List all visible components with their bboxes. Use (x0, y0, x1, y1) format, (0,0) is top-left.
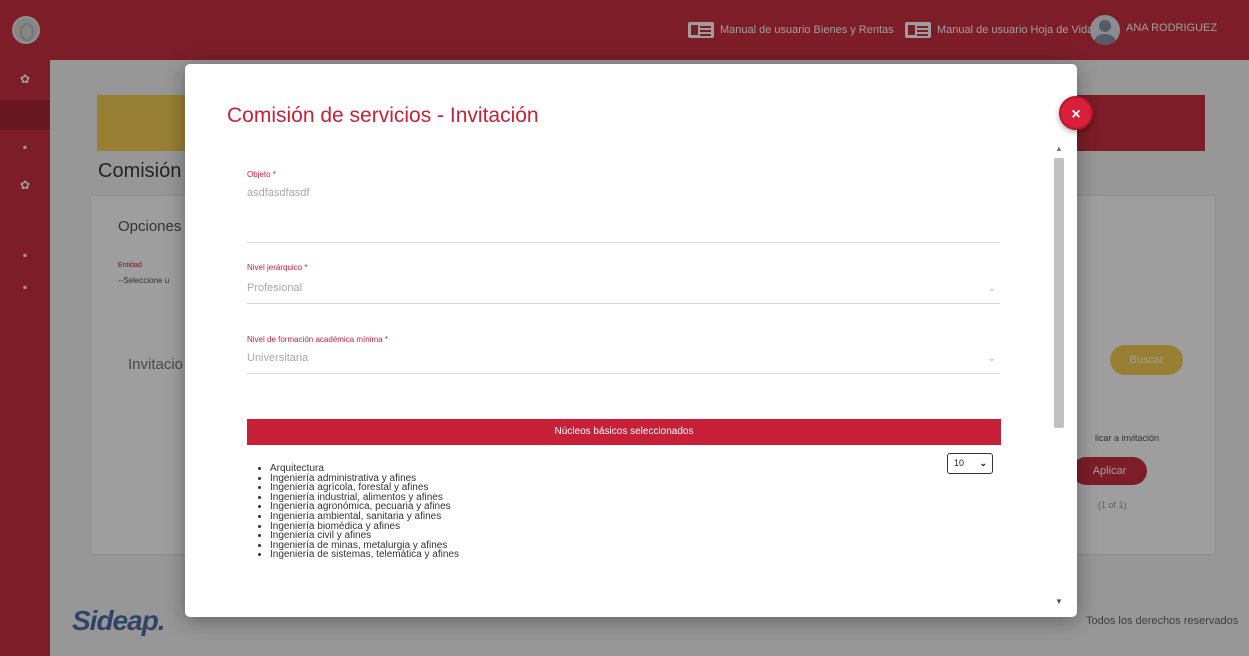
objeto-label: Objeto * (247, 170, 276, 179)
nivel-formacion-value[interactable]: Universitaria (247, 352, 1000, 364)
objeto-value[interactable]: asdfasdfasdf (247, 187, 1000, 199)
nivel-jerarquico-select[interactable]: Nivel jerárquico * Profesional ⌄ (247, 263, 1000, 304)
nucleos-list: Arquitectura Ingeniería administrativa y… (270, 464, 459, 560)
modal-scrollbar[interactable]: ▲ ▼ (1053, 144, 1065, 606)
page-size-value: 10 (954, 458, 965, 468)
chevron-down-icon[interactable]: ⌄ (988, 353, 996, 364)
chevron-down-icon[interactable]: ⌄ (988, 283, 996, 294)
objeto-field[interactable]: Objeto * asdfasdfasdf (247, 170, 1000, 243)
modal-title: Comisión de servicios - Invitación (227, 104, 539, 127)
scroll-down-icon[interactable]: ▼ (1055, 597, 1063, 606)
nucleos-header: Núcleos básicos seleccionados (247, 419, 1001, 445)
nivel-jerarquico-value[interactable]: Profesional (247, 282, 1000, 294)
list-item: Ingeniería de sistemas, telemática y afi… (270, 550, 459, 560)
nivel-formacion-underline (247, 373, 1000, 374)
chevron-down-icon: ⌄ (979, 458, 987, 468)
scroll-up-icon[interactable]: ▲ (1055, 144, 1063, 153)
nivel-formacion-select[interactable]: Nivel de formación académica mínima * Un… (247, 335, 1000, 374)
invitation-modal: Comisión de servicios - Invitación Objet… (185, 64, 1077, 617)
nivel-jerarquico-underline (247, 303, 1000, 304)
nivel-formacion-label: Nivel de formación académica mínima * (247, 335, 388, 344)
objeto-underline (247, 242, 1000, 243)
scroll-thumb[interactable] (1054, 158, 1064, 428)
page-size-select[interactable]: 10 ⌄ (947, 453, 993, 474)
nivel-jerarquico-label: Nivel jerárquico * (247, 263, 308, 272)
close-icon[interactable]: × (1059, 96, 1093, 130)
